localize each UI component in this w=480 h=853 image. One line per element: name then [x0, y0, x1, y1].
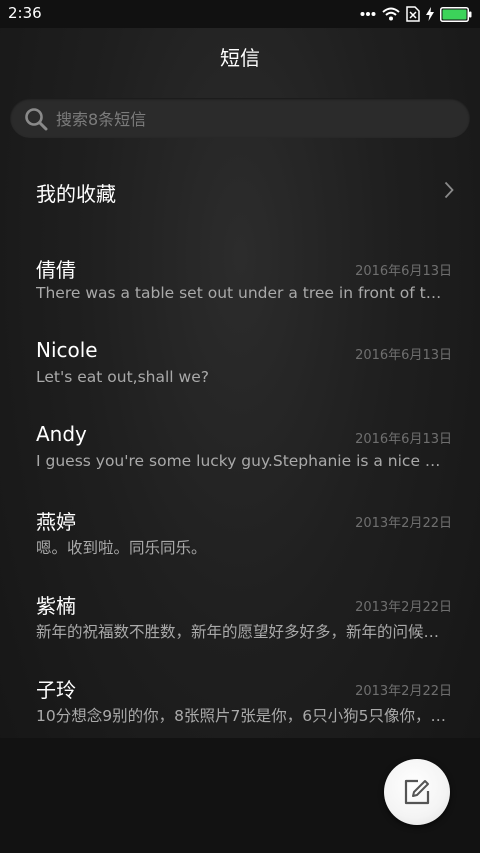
message-date: 2013年2月22日 [355, 600, 452, 615]
contact-name: 紫楠 [36, 594, 76, 618]
page-title: 短信 [220, 46, 260, 70]
search-bar[interactable] [10, 98, 470, 140]
message-date: 2016年6月13日 [355, 264, 452, 279]
message-preview: 嗯。收到啦。同乐同乐。 [36, 539, 207, 557]
message-date: 2016年6月13日 [355, 432, 452, 447]
message-preview: Let's eat out,shall we? [36, 368, 209, 386]
no-sim-icon [406, 6, 420, 22]
message-preview: There was a table set out under a tree i… [36, 284, 450, 302]
conversation-item[interactable]: Nicole 2016年6月13日 Let's eat out,shall we… [0, 338, 480, 422]
battery-icon [440, 6, 472, 22]
favorites-row[interactable]: 我的收藏 [0, 150, 480, 232]
contact-name: 燕婷 [36, 510, 76, 534]
chevron-right-icon [444, 181, 454, 203]
compose-button[interactable] [384, 759, 450, 825]
contact-name: Nicole [36, 338, 98, 362]
more-dots-icon [360, 11, 376, 17]
conversation-item[interactable]: 倩倩 2016年6月13日 There was a table set out … [0, 254, 480, 338]
message-date: 2016年6月13日 [355, 348, 452, 363]
search-icon [24, 107, 48, 135]
favorites-label: 我的收藏 [36, 182, 116, 206]
message-date: 2013年2月22日 [355, 516, 452, 531]
contact-name: 倩倩 [36, 258, 76, 282]
conversation-item[interactable]: 紫楠 2013年2月22日 新年的祝福数不胜数，新年的愿望好多好多，新年的问候祝… [0, 590, 480, 674]
status-bar: 2:36 [0, 0, 480, 28]
messages-screen: 2:36 短信 搜索8条短信 我的收藏 倩倩 2016年6月13日 There … [0, 0, 480, 853]
compose-icon [404, 779, 430, 809]
charging-icon [426, 7, 434, 21]
status-time: 2:36 [8, 4, 42, 22]
contact-name: Andy [36, 422, 87, 446]
conversation-item[interactable]: Andy 2016年6月13日 I guess you're some luck… [0, 422, 480, 506]
message-preview: 10分想念9别的你，8张照片7张是你，6只小狗5只像你，4季 [36, 707, 450, 725]
search-input[interactable] [54, 98, 458, 140]
message-preview: 新年的祝福数不胜数，新年的愿望好多好多，新年的问候祝你快乐 [36, 623, 450, 641]
conversation-item[interactable]: 燕婷 2013年2月22日 嗯。收到啦。同乐同乐。 [0, 506, 480, 590]
wifi-icon [382, 7, 400, 21]
status-icons [360, 5, 472, 23]
message-date: 2013年2月22日 [355, 684, 452, 699]
message-preview: I guess you're some lucky guy.Stephanie … [36, 452, 450, 470]
contact-name: 子玲 [36, 678, 76, 702]
